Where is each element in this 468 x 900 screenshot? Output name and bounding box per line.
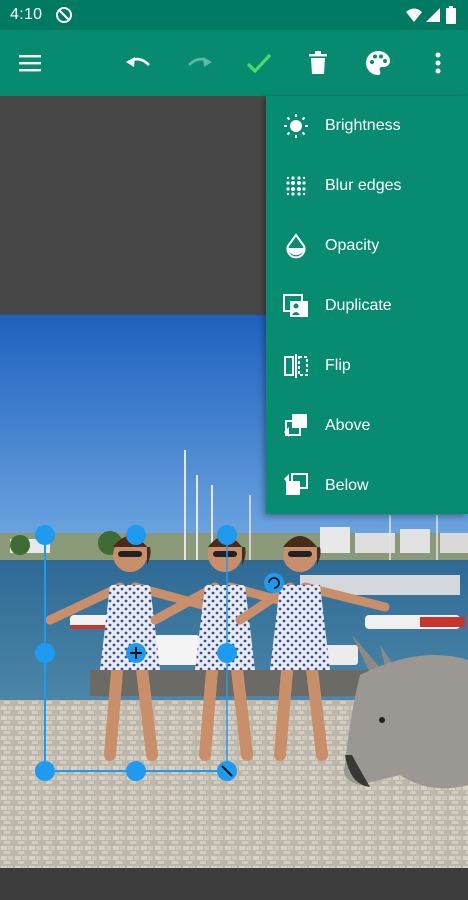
redo-icon[interactable] — [181, 45, 217, 81]
menu-item-above[interactable]: Above — [266, 396, 468, 456]
handle-top-center[interactable] — [126, 525, 146, 545]
check-icon[interactable] — [241, 45, 277, 81]
undo-icon[interactable] — [121, 45, 157, 81]
status-time: 4:10 — [10, 6, 43, 23]
status-bar: 4:10 — [0, 0, 468, 30]
menu-item-blur-edges[interactable]: Blur edges — [266, 156, 468, 216]
rotate-handle-icon[interactable] — [264, 573, 284, 593]
handle-top-right[interactable] — [217, 525, 237, 545]
menu-item-duplicate[interactable]: Duplicate — [266, 276, 468, 336]
menu-item-flip[interactable]: Flip — [266, 336, 468, 396]
blur-edges-icon — [282, 172, 310, 200]
menu-item-label: Above — [325, 417, 371, 434]
menu-item-opacity[interactable]: Opacity — [266, 216, 468, 276]
toolbar — [0, 30, 468, 96]
menu-item-label: Brightness — [325, 117, 401, 134]
menu-item-label: Duplicate — [325, 297, 392, 314]
below-icon — [282, 472, 310, 500]
bottom-bar — [0, 868, 468, 900]
handle-bottom-left[interactable] — [35, 761, 55, 781]
menu-icon[interactable] — [12, 45, 48, 81]
more-vert-icon[interactable] — [420, 45, 456, 81]
wifi-icon — [405, 6, 423, 29]
scale-handle-icon[interactable] — [217, 761, 237, 781]
do-not-disturb-icon — [55, 6, 73, 29]
delete-icon[interactable] — [300, 45, 336, 81]
menu-item-label: Opacity — [325, 237, 380, 254]
handle-top-left[interactable] — [35, 525, 55, 545]
opacity-icon — [282, 232, 310, 260]
menu-item-below[interactable]: Below — [266, 456, 468, 516]
battery-icon — [446, 6, 456, 29]
above-icon — [282, 412, 310, 440]
brightness-icon — [282, 112, 310, 140]
duplicate-icon — [282, 292, 310, 320]
signal-icon — [425, 6, 441, 29]
palette-icon[interactable] — [360, 45, 396, 81]
handle-middle-left[interactable] — [35, 643, 55, 663]
flip-icon — [282, 352, 310, 380]
overflow-menu: Brightness Blur edges Opacity Duplicate … — [266, 96, 468, 514]
move-handle-icon[interactable] — [126, 643, 146, 663]
handle-middle-right[interactable] — [217, 643, 237, 663]
menu-item-brightness[interactable]: Brightness — [266, 96, 468, 156]
menu-item-label: Flip — [325, 357, 351, 374]
menu-item-label: Below — [325, 477, 369, 494]
menu-item-label: Blur edges — [325, 177, 402, 194]
handle-bottom-center[interactable] — [126, 761, 146, 781]
